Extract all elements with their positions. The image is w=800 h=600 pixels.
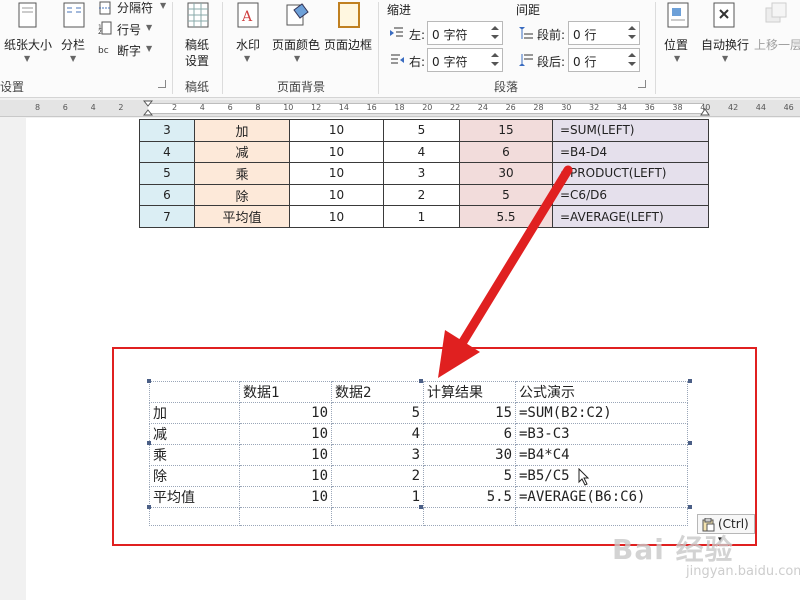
watermark-logo: Bai 经验 [612,533,734,566]
annotation-arrow [438,165,573,378]
watermark-url: jingyan.baidu.com [686,564,800,579]
